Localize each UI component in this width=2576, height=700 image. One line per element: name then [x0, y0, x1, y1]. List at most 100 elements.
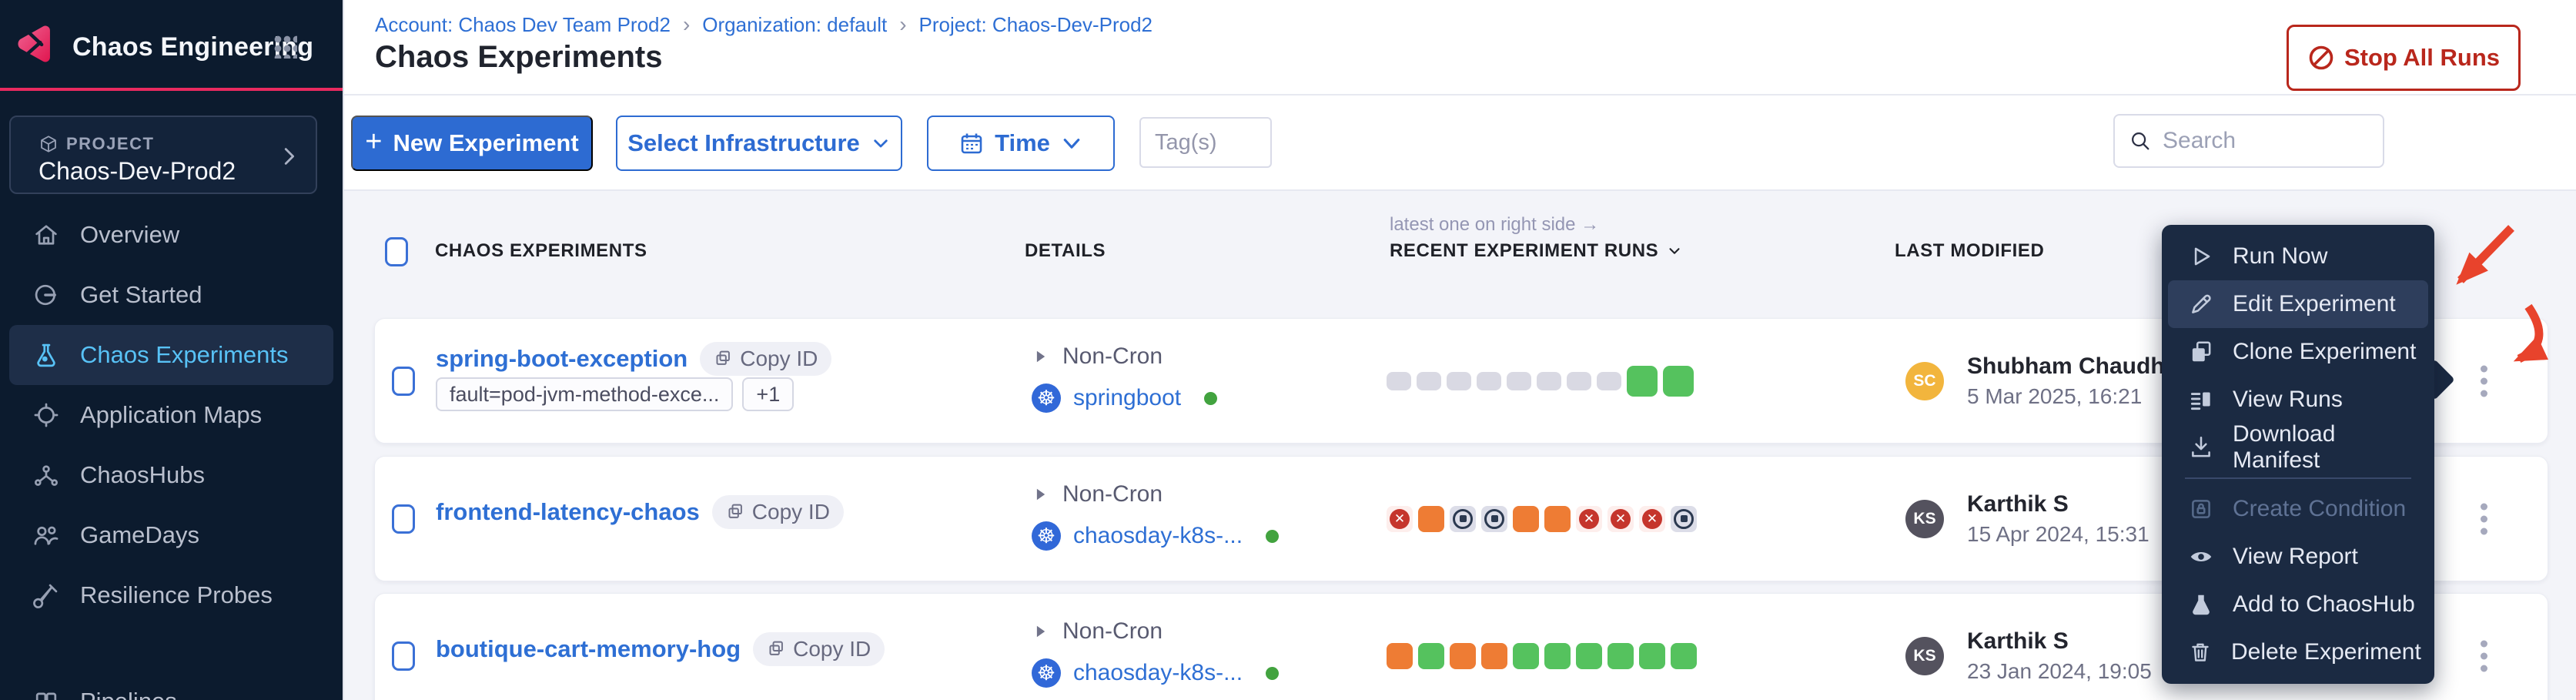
run-status-failed[interactable]: ✕ — [1576, 506, 1602, 532]
sidebar-item-chaoshubs[interactable]: ChaosHubs — [9, 445, 333, 505]
run-status-empty[interactable] — [1417, 372, 1441, 390]
run-status-empty[interactable] — [1477, 372, 1501, 390]
sidebar-item-application-maps[interactable]: Application Maps — [9, 385, 333, 445]
kubernetes-icon: ☸ — [1032, 658, 1061, 688]
tags-filter-input[interactable] — [1139, 117, 1272, 168]
run-status-stopped[interactable] — [1671, 506, 1697, 532]
page-title: Chaos Experiments — [375, 40, 662, 75]
row-checkbox[interactable] — [392, 367, 415, 396]
menu-item-run-now[interactable]: Run Now — [2168, 233, 2428, 280]
menu-item-label: Delete Experiment — [2231, 639, 2421, 665]
run-status-passed[interactable] — [1627, 366, 1658, 397]
select-all-checkbox[interactable] — [385, 237, 408, 266]
row-checkbox[interactable] — [392, 641, 415, 671]
menu-item-download-manifest[interactable]: Download Manifest — [2168, 424, 2428, 471]
run-status-failed[interactable]: ✕ — [1387, 506, 1413, 532]
run-status-running[interactable] — [1418, 506, 1444, 532]
infrastructure-link[interactable]: springboot — [1073, 385, 1181, 411]
sidebar-item-get-started[interactable]: Get Started — [9, 265, 333, 325]
copy-id-button[interactable]: Copy ID — [753, 632, 885, 666]
play-icon — [2188, 243, 2214, 270]
run-status-passed[interactable] — [1607, 643, 1634, 669]
run-status-passed[interactable] — [1513, 643, 1539, 669]
sidebar-item-gamedays[interactable]: GameDays — [9, 505, 333, 565]
run-status-empty[interactable] — [1447, 372, 1471, 390]
run-status-stopped[interactable] — [1450, 506, 1476, 532]
chaos-engineering-logo[interactable] — [12, 22, 57, 66]
sidebar-item-label: Pipelines — [80, 688, 177, 700]
breadcrumb: Account: Chaos Dev Team Prod2 › Organizati… — [375, 12, 1153, 37]
copy-id-button[interactable]: Copy ID — [712, 495, 844, 529]
run-status-passed[interactable] — [1544, 643, 1571, 669]
run-status-running[interactable] — [1450, 643, 1476, 669]
menu-item-create-condition: Create Condition — [2168, 485, 2428, 533]
menu-item-view-runs[interactable]: View Runs — [2168, 376, 2428, 424]
run-status-running[interactable] — [1387, 643, 1413, 669]
recent-runs-label: RECENT EXPERIMENT RUNS — [1390, 240, 1658, 262]
stop-all-runs-button[interactable]: Stop All Runs — [2287, 25, 2521, 91]
breadcrumb-link[interactable]: Account: Chaos Dev Team Prod2 — [375, 13, 671, 37]
run-status-passed[interactable] — [1671, 643, 1697, 669]
run-status-passed[interactable] — [1576, 643, 1602, 669]
experiment-name-link[interactable]: boutique-cart-memory-hog — [436, 635, 741, 663]
run-status-passed[interactable] — [1418, 643, 1444, 669]
failed-x-icon: ✕ — [1390, 509, 1410, 529]
plus-icon: + — [365, 126, 382, 159]
sidebar-item-chaos-experiments[interactable]: Chaos Experiments — [9, 325, 333, 385]
details-cell: Non-Cron ☸ chaosday-k8s-... — [1032, 594, 1355, 700]
run-status-empty[interactable] — [1567, 372, 1591, 390]
run-status-failed[interactable]: ✕ — [1639, 506, 1665, 532]
row-actions-menu-button[interactable] — [2476, 630, 2492, 682]
menu-item-edit-experiment[interactable]: Edit Experiment — [2168, 280, 2428, 328]
sidebar-item-pipelines[interactable]: Pipelines — [9, 672, 333, 700]
experiment-name-link[interactable]: spring-boot-exception — [436, 345, 687, 373]
run-status-empty[interactable] — [1597, 372, 1621, 390]
last-modified-cell: SC Shubham Chaudhary 5 Mar 2025, 16:21 — [1905, 353, 2200, 409]
menu-item-add-to-chaoshub[interactable]: Add to ChaosHub — [2168, 581, 2428, 628]
project-selector[interactable]: PROJECT Chaos-Dev-Prod2 — [9, 116, 317, 194]
schedule-type: Non-Cron — [1062, 343, 1163, 370]
avatar: SC — [1905, 362, 1944, 400]
row-actions-menu-button[interactable] — [2476, 493, 2492, 544]
menu-item-clone-experiment[interactable]: Clone Experiment — [2168, 328, 2428, 376]
testtube-icon — [32, 581, 60, 609]
select-infrastructure-dropdown[interactable]: Select Infrastructure — [616, 116, 902, 171]
play-caret-icon — [1032, 623, 1049, 640]
sidebar-item-overview[interactable]: Overview — [9, 205, 333, 265]
run-status-passed[interactable] — [1663, 366, 1694, 397]
run-status-failed[interactable]: ✕ — [1607, 506, 1634, 532]
infrastructure-link[interactable]: chaosday-k8s-... — [1073, 660, 1243, 686]
run-status-running[interactable] — [1513, 506, 1539, 532]
run-status-empty[interactable] — [1537, 372, 1561, 390]
infrastructure-link[interactable]: chaosday-k8s-... — [1073, 523, 1243, 549]
lock-icon — [2188, 496, 2214, 522]
breadcrumb-link[interactable]: Project: Chaos-Dev-Prod2 — [919, 13, 1153, 37]
run-status-stopped[interactable] — [1481, 506, 1507, 532]
copy-icon — [726, 502, 746, 522]
breadcrumb-separator: › — [899, 12, 906, 37]
search-input[interactable] — [2163, 128, 2347, 154]
time-filter-dropdown[interactable]: Time — [927, 116, 1115, 171]
run-status-empty[interactable] — [1387, 372, 1411, 390]
menu-item-view-report[interactable]: View Report — [2168, 533, 2428, 581]
column-header-recent-runs[interactable]: RECENT EXPERIMENT RUNS — [1390, 240, 1683, 262]
menu-item-delete-experiment[interactable]: Delete Experiment — [2168, 628, 2428, 676]
new-experiment-button[interactable]: + New Experiment — [351, 116, 593, 171]
experiment-name-link[interactable]: frontend-latency-chaos — [436, 498, 700, 526]
row-checkbox[interactable] — [392, 504, 415, 534]
sidebar-item-resilience-probes[interactable]: Resilience Probes — [9, 565, 333, 625]
copy-id-button[interactable]: Copy ID — [700, 342, 831, 376]
crosshair-icon — [32, 401, 60, 429]
run-status-passed[interactable] — [1639, 643, 1665, 669]
details-cell: Non-Cron ☸ chaosday-k8s-... — [1032, 457, 1355, 581]
run-status-running[interactable] — [1481, 643, 1507, 669]
run-status-empty[interactable] — [1507, 372, 1531, 390]
download-icon — [2188, 434, 2214, 461]
copy-icon — [714, 349, 734, 369]
row-actions-menu-button[interactable] — [2476, 355, 2492, 407]
run-status-running[interactable] — [1544, 506, 1571, 532]
breadcrumb-link[interactable]: Organization: default — [702, 13, 887, 37]
infra-status-dot — [1204, 392, 1217, 405]
breadcrumb-separator: › — [683, 12, 690, 37]
app-switcher-grid-icon[interactable] — [273, 34, 297, 59]
